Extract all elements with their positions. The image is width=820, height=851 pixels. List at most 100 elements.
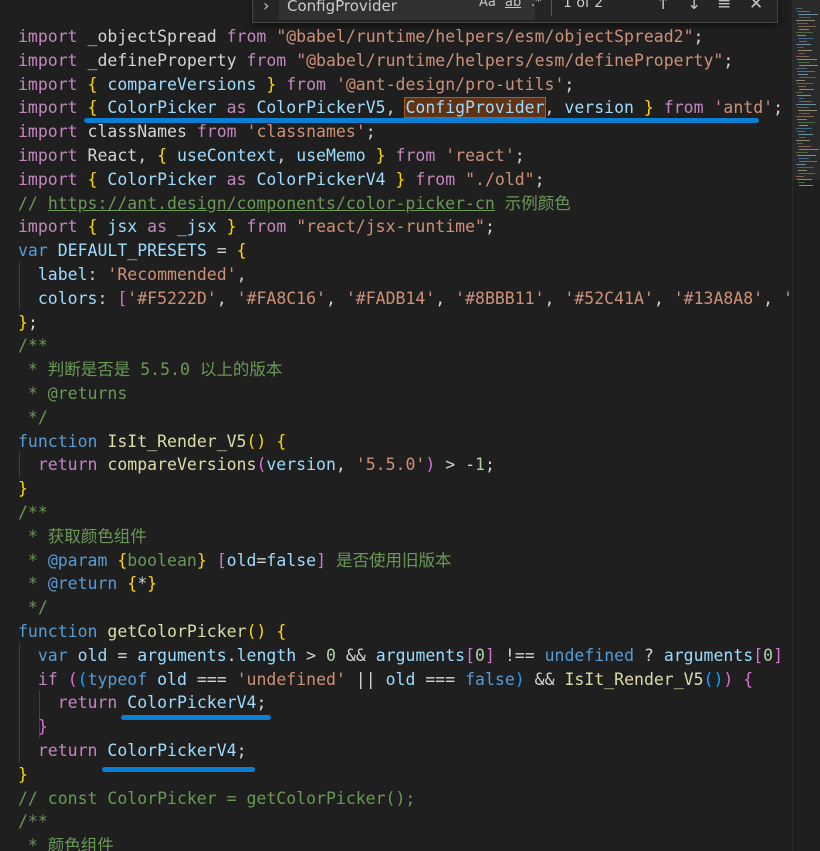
minimap-line [798,62,810,63]
code-token: _objectSpread [77,27,227,46]
code-token: { [87,169,98,189]
code-line[interactable]: /** [18,334,48,358]
code-line[interactable]: * 颜色组件 [18,834,114,851]
code-line[interactable]: colors: ['#F5222D', '#FA8C16', '#FADB14'… [18,287,792,311]
minimap-line [799,173,815,174]
code-line[interactable]: */ [18,406,48,430]
code-line[interactable]: var DEFAULT_PRESETS = { [18,239,247,263]
code-token: @return [47,574,118,594]
minimap-line [799,17,811,18]
code-token: () [703,669,724,689]
minimap-slider[interactable] [793,0,820,180]
find-in-selection-icon[interactable]: ≡ [717,0,731,14]
minimap-line [797,119,807,120]
code-token: 是否使用旧版本 [326,550,452,570]
minimap-line [799,89,814,90]
code-token: ) [723,669,734,689]
code-line[interactable]: /** [18,810,48,834]
code-token: from [246,50,287,70]
code-token: version [564,98,634,118]
code-line[interactable]: * @param {boolean} [old=false] 是否使用旧版本 [18,549,452,573]
code-token: 'undefined' [236,669,346,689]
code-line[interactable]: import _objectSpread from "@babel/runtim… [18,25,703,49]
code-token: if [37,669,58,689]
code-token: } [643,98,654,118]
code-token: : [783,646,792,665]
code-line[interactable]: /** [18,501,48,525]
arrow-down-icon[interactable]: ↓ [687,0,701,14]
whole-word-icon[interactable]: ab [505,0,521,10]
find-input[interactable] [279,0,535,20]
regex-icon[interactable]: .* [531,0,542,10]
code-line[interactable]: } [18,477,28,501]
code-token: false [266,550,317,570]
code-token: : [87,265,108,284]
code-line[interactable]: * @return {*} [18,572,157,596]
code-token: , [763,288,783,308]
code-line[interactable]: var old = arguments.length > 0 && argume… [18,644,792,668]
code-line[interactable]: // https://ant.design/components/color-p… [18,192,571,216]
code-token: '5.5.0' [355,455,426,475]
minimap-line [798,26,816,27]
code-line[interactable]: * 获取颜色组件 [18,525,147,549]
code-line[interactable]: } [18,715,48,739]
minimap-line [796,56,809,57]
code-editor[interactable]: import _objectSpread from "@babel/runtim… [0,0,792,851]
code-line[interactable]: // const ColorPicker = getColorPicker(); [18,787,415,811]
code-line[interactable]: */ [18,596,48,620]
close-icon[interactable]: ✕ [749,0,763,14]
minimap[interactable] [792,0,820,851]
minimap-line [798,98,804,99]
arrow-up-icon[interactable]: ↑ [656,0,670,14]
code-line[interactable]: if ((typeof old === 'undefined' || old =… [18,668,753,692]
code-token: * 获取颜色组件 [18,526,147,546]
code-line[interactable]: import React, { useContext, useMemo } fr… [18,144,525,168]
code-token: "@babel/runtime/helpers/esm/objectSpread… [276,27,694,46]
code-token: old [385,669,416,689]
code-line[interactable]: function IsIt_Render_V5() { [18,430,286,454]
code-line[interactable]: * 判断是否是 5.5.0 以上的版本 [18,358,282,382]
code-line[interactable]: import { jsx as _jsx } from "react/jsx-r… [18,215,495,239]
match-case-icon[interactable]: Aa [479,0,496,10]
code-line[interactable]: function getColorPicker() { [18,620,286,644]
code-token: false [465,669,515,689]
minimap-line [796,8,802,9]
code-token: /** [18,336,48,356]
code-token: , [544,288,565,308]
match-count: 1 of 2 [563,0,604,11]
code-line[interactable]: return ColorPickerV4; [18,691,267,715]
code-line[interactable]: }; [18,311,38,335]
minimap-line [798,110,817,111]
minimap-line [798,158,809,159]
minimap-line [798,170,807,171]
chevron-right-icon[interactable]: › [263,0,269,15]
code-line[interactable]: import _defineProperty from "@babel/runt… [18,49,733,73]
code-token: ; [773,98,783,118]
code-line[interactable]: import { ColorPicker as ColorPickerV5, C… [18,96,783,120]
code-token: && [524,669,565,689]
code-token: ; [484,455,495,475]
code-token: https://ant.design/components/color-pick… [47,193,495,213]
code-token: ; [723,50,734,70]
code-token: ; [534,169,545,189]
code-line[interactable]: label: 'Recommended', [18,263,247,287]
code-line[interactable]: import { ColorPicker as ColorPickerV4 } … [18,168,545,192]
code-token: * [18,550,48,570]
code-token: "react/jsx-runtime" [296,217,485,237]
code-line[interactable]: return ColorPickerV4; [18,739,247,763]
code-line[interactable]: return compareVersions(version, '5.5.0')… [18,453,495,477]
code-token: 示例颜色 [494,193,571,213]
code-token: DEFAULT_PRESETS [57,241,207,261]
code-token: 0 [763,645,774,665]
code-line[interactable]: import classNames from 'classnames'; [18,120,376,144]
code-token: // [18,193,48,213]
code-line[interactable]: * @returns [18,382,127,406]
code-line[interactable]: import { compareVersions } from '@ant-de… [18,73,574,97]
code-line[interactable]: } [18,763,28,787]
code-token: [ [117,288,128,308]
code-token: { [236,241,247,261]
